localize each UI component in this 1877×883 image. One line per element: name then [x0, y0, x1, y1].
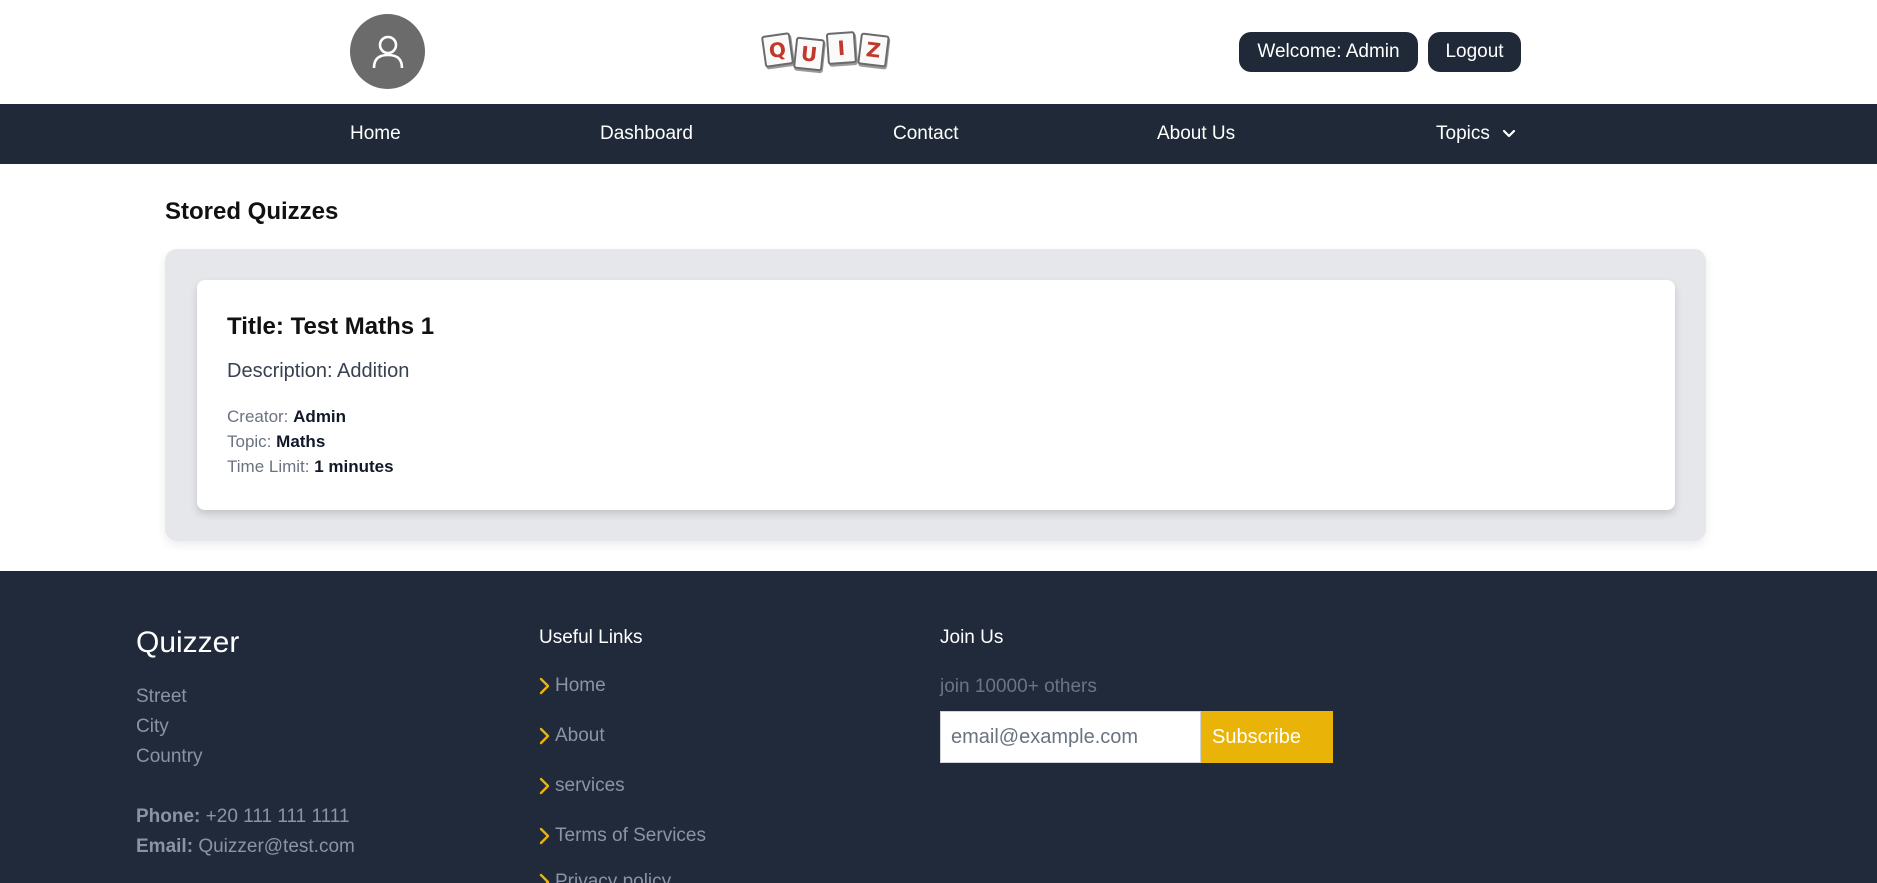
footer-link-about[interactable]: About [539, 725, 605, 747]
chevron-right-icon [539, 727, 551, 745]
nav-item-contact[interactable]: Contact [893, 104, 958, 164]
quiz-topic: Topic: Maths [227, 432, 325, 452]
chevron-right-icon [539, 677, 551, 695]
quiz-topic-label: Topic: [227, 432, 272, 451]
logo-tile: U [792, 36, 826, 72]
footer-link-home[interactable]: Home [539, 675, 606, 697]
footer-country: Country [136, 746, 203, 767]
footer-phone-label: Phone: [136, 806, 201, 827]
footer-link-label: About [555, 725, 605, 746]
footer-link-privacy[interactable]: Privacy policy [539, 871, 671, 883]
site-header: Q U I Z Welcome: Admin Logout [0, 0, 1877, 104]
nav-item-label: Contact [893, 123, 959, 144]
nav-item-label: Dashboard [600, 123, 693, 144]
main-nav: Home Dashboard Contact About Us Topics [0, 104, 1877, 164]
logo-tile: Q [760, 32, 795, 68]
page-title: Stored Quizzes [165, 198, 339, 225]
footer-link-services[interactable]: services [539, 775, 625, 797]
user-avatar[interactable] [350, 14, 425, 89]
footer-link-label: Home [555, 675, 606, 696]
nav-item-label: About Us [1157, 123, 1236, 144]
footer-city: City [136, 716, 169, 737]
quiz-creator: Creator: Admin [227, 407, 346, 427]
nav-item-home[interactable]: Home [350, 104, 401, 164]
welcome-badge: Welcome: Admin [1239, 32, 1418, 72]
quiz-creator-label: Creator: [227, 407, 289, 426]
quiz-time-limit-value: 1 minutes [314, 457, 394, 476]
quiz-logo[interactable]: Q U I Z [760, 28, 891, 72]
footer-email-value: Quizzer@test.com [198, 836, 355, 857]
logout-button[interactable]: Logout [1428, 32, 1521, 72]
chevron-right-icon [539, 827, 551, 845]
join-us-title: Join Us [940, 627, 1004, 648]
quiz-card[interactable]: Title: Test Maths 1 Description: Additio… [197, 280, 1675, 510]
newsletter-email-input[interactable] [940, 711, 1201, 763]
quiz-title: Title: Test Maths 1 [227, 313, 435, 340]
chevron-right-icon [539, 777, 551, 795]
footer-link-terms[interactable]: Terms of Services [539, 825, 706, 847]
quiz-description: Description: Addition [227, 360, 410, 382]
nav-item-about-us[interactable]: About Us [1157, 104, 1235, 164]
chevron-right-icon [539, 873, 551, 883]
useful-links-title: Useful Links [539, 627, 643, 648]
quiz-topic-value: Maths [276, 432, 326, 451]
nav-item-dashboard[interactable]: Dashboard [600, 104, 693, 164]
quiz-creator-value: Admin [293, 407, 347, 426]
site-footer: Quizzer Street City Country Phone: +20 1… [0, 571, 1877, 883]
footer-email: Email: Quizzer@test.com [136, 836, 355, 858]
user-icon [372, 35, 403, 68]
footer-link-label: Privacy policy [555, 871, 672, 883]
nav-item-topics[interactable]: Topics [1436, 104, 1516, 164]
nav-item-label: Home [350, 123, 401, 144]
footer-link-label: services [555, 775, 625, 796]
logo-tile: I [825, 31, 857, 65]
footer-brand: Quizzer [136, 626, 240, 659]
footer-phone: Phone: +20 111 111 1111 [136, 806, 350, 828]
quiz-time-limit: Time Limit: 1 minutes [227, 457, 394, 477]
footer-street: Street [136, 686, 187, 707]
logo-tile: Z [857, 32, 890, 68]
quiz-time-limit-label: Time Limit: [227, 457, 310, 476]
footer-email-label: Email: [136, 836, 194, 857]
footer-phone-value: +20 111 111 1111 [205, 806, 350, 827]
join-us-subtitle: join 10000+ others [940, 676, 1097, 697]
nav-item-label: Topics [1436, 123, 1490, 144]
footer-link-label: Terms of Services [555, 825, 706, 846]
chevron-down-icon [1502, 129, 1516, 139]
subscribe-button[interactable]: Subscribe [1201, 711, 1333, 763]
